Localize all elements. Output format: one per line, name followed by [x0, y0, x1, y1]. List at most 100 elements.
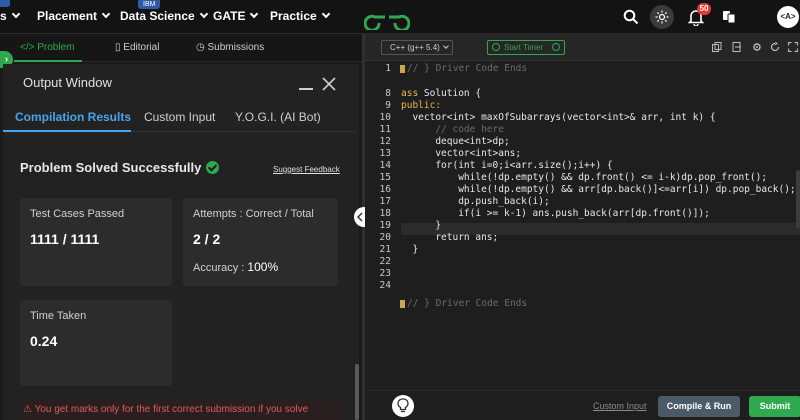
- code-keyword: ass: [401, 88, 419, 99]
- submit-button[interactable]: Submit: [749, 396, 800, 417]
- nav-item-label: GATE: [213, 9, 246, 23]
- time-taken-value: 0.24: [30, 333, 58, 349]
- theme-toggle-button[interactable]: [650, 5, 674, 29]
- attempts-label: Attempts : Correct / Total: [193, 208, 314, 220]
- nav-item-label: Data Science: [120, 9, 195, 23]
- accuracy: Accuracy : 100%: [193, 260, 278, 274]
- line-number: 22: [379, 256, 391, 267]
- fold-marker[interactable]: [400, 65, 405, 73]
- file-import-icon[interactable]: [732, 42, 742, 52]
- scrollbar-thumb[interactable]: [355, 364, 359, 420]
- accuracy-value: 100%: [247, 260, 279, 274]
- line-number: 19: [379, 220, 391, 231]
- test-cases-value: 1111 / 1111: [30, 231, 100, 247]
- code-line: // } Driver Code Ends: [407, 298, 528, 309]
- chevron-down-icon: [11, 9, 20, 19]
- output-window: Output Window Compilation Results Custom…: [3, 64, 359, 420]
- fold-marker[interactable]: [400, 300, 405, 308]
- code-line: dp.push_back(i);: [401, 196, 550, 207]
- tab-custom-input[interactable]: Custom Input: [144, 110, 215, 124]
- attempts-value: 2 / 2: [193, 231, 221, 247]
- code-line: }: [401, 220, 442, 231]
- line-number: 17: [379, 196, 391, 207]
- nav-item-label: s: [0, 9, 7, 23]
- line-number: 21: [379, 244, 391, 255]
- tab-problem[interactable]: </> Problem: [20, 42, 75, 53]
- play-icon: [552, 43, 560, 51]
- nav-badge: [0, 0, 10, 7]
- settings-icon[interactable]: [752, 42, 762, 52]
- hint-button[interactable]: [392, 395, 414, 417]
- code-line: }: [401, 244, 419, 255]
- accuracy-label: Accuracy :: [193, 262, 245, 274]
- compile-run-button[interactable]: Compile & Run: [658, 396, 740, 417]
- editor-toolbar: C++ (g++ 5.4) Start Timer: [365, 34, 800, 61]
- editor-scrollbar-thumb[interactable]: [796, 170, 800, 228]
- warning-message: You get marks only for the first correct…: [34, 404, 309, 415]
- code-line: for(int i=0;i<arr.size();i++) {: [401, 160, 613, 171]
- nav-item-data-science[interactable]: Data Science: [120, 9, 208, 23]
- nav-item-courses[interactable]: s: [0, 9, 20, 23]
- tab-yogi-ai-bot[interactable]: Y.O.G.I. (AI Bot): [235, 110, 321, 124]
- line-number: 1: [385, 63, 391, 74]
- nav-item-practice[interactable]: Practice: [270, 9, 330, 23]
- code-line: while(!dp.empty() && dp.front() <= i-k)d…: [401, 172, 768, 183]
- problem-tabs: </> Problem ▯ Editorial ◷ Submissions: [0, 34, 362, 62]
- problem-panel: </> Problem ▯ Editorial ◷ Submissions › …: [0, 34, 362, 420]
- line-number: 9: [385, 100, 391, 111]
- code-line: public:: [401, 100, 442, 111]
- search-icon[interactable]: [623, 9, 639, 25]
- warning-icon: ⚠: [23, 404, 35, 415]
- chevron-down-icon: [250, 9, 259, 19]
- line-number: 24: [379, 280, 391, 291]
- active-tab-indicator: [3, 130, 131, 132]
- status-message: Problem Solved Successfully: [20, 160, 220, 175]
- ibm-tag: IBM: [138, 0, 161, 9]
- line-number: 8: [385, 88, 391, 99]
- code-area[interactable]: 1 // } Driver Code Ends 8 ass Solution {…: [365, 61, 800, 381]
- code-line: if(i >= k-1) ans.push_back(arr[dp.front(…: [401, 208, 710, 219]
- tab-label: Problem: [37, 42, 75, 53]
- sun-icon: [655, 10, 669, 24]
- close-icon[interactable]: [321, 76, 337, 92]
- lightbulb-icon: [397, 398, 409, 413]
- nav-item-placement[interactable]: Placement: [37, 9, 111, 23]
- code-line: while(!dp.empty() && arr[dp.back()]<=arr…: [401, 184, 796, 195]
- timer-label: Start Timer: [504, 43, 544, 52]
- chevron-down-icon: [321, 9, 330, 19]
- line-number: 18: [379, 208, 391, 219]
- line-number: 23: [379, 268, 391, 279]
- tab-label: Editorial: [123, 42, 160, 53]
- test-cases-label: Test Cases Passed: [30, 208, 125, 220]
- chevron-down-icon: [442, 43, 449, 49]
- minimize-icon[interactable]: [299, 88, 313, 90]
- fullscreen-icon[interactable]: [788, 42, 798, 52]
- code-editor-panel: C++ (g++ 5.4) Start Timer 1 // } Driver …: [365, 34, 800, 420]
- tab-editorial[interactable]: ▯ Editorial: [115, 42, 159, 53]
- line-number: 15: [379, 172, 391, 183]
- start-timer-button[interactable]: Start Timer: [487, 40, 565, 55]
- attempts-card: Attempts : Correct / Total 2 / 2 Accurac…: [183, 198, 338, 286]
- code-line: // code here: [401, 124, 504, 135]
- tab-label: Submissions: [207, 42, 265, 53]
- notification-count-badge: 50: [697, 3, 711, 15]
- editor-actions: Custom Input Compile & Run Submit: [365, 390, 800, 420]
- copy-icon[interactable]: [712, 42, 722, 52]
- reset-icon[interactable]: [770, 42, 780, 52]
- code-line: ass Solution {: [401, 88, 482, 99]
- avatar[interactable]: <A>: [777, 6, 799, 28]
- chevron-down-icon: [199, 9, 208, 19]
- tab-compilation-results[interactable]: Compilation Results: [15, 110, 131, 124]
- gfg-logo[interactable]: [364, 4, 410, 30]
- custom-input-link[interactable]: Custom Input: [593, 401, 647, 411]
- test-cases-card: Test Cases Passed 1111 / 1111: [20, 198, 172, 286]
- code-line: // } Driver Code Ends: [407, 63, 528, 74]
- active-tab-indicator: [14, 60, 82, 62]
- nav-item-gate[interactable]: GATE: [213, 9, 259, 23]
- language-select[interactable]: C++ (g++ 5.4): [381, 40, 453, 55]
- code-line: vector<int>ans;: [401, 148, 522, 159]
- tab-submissions[interactable]: ◷ Submissions: [196, 42, 264, 53]
- translate-icon[interactable]: [722, 10, 736, 24]
- suggest-feedback-link[interactable]: Suggest Feedback: [273, 165, 340, 174]
- top-navbar: s Placement IBM Data Science GATE Practi…: [0, 0, 800, 34]
